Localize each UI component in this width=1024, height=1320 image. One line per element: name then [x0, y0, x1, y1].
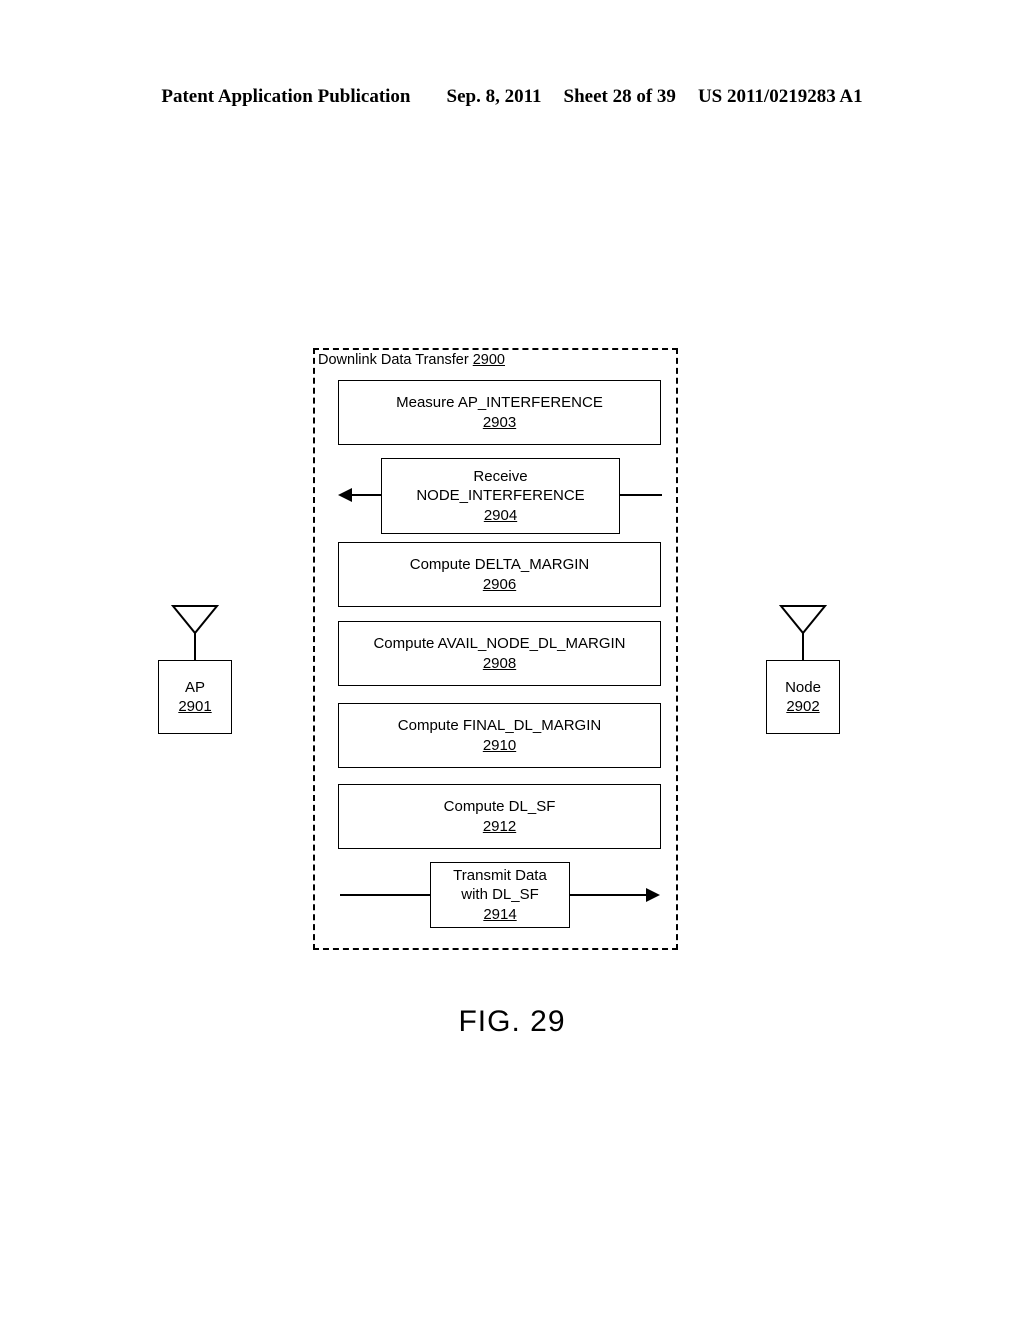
- connector-ap-to-2914: [340, 894, 431, 896]
- step-ref-number: 2912: [482, 817, 517, 835]
- arrow-left-icon: [338, 488, 352, 502]
- step-ref-number: 2908: [482, 654, 517, 672]
- step-label-line: NODE_INTERFERENCE: [416, 487, 585, 505]
- terminal-ap: AP 2901: [158, 660, 232, 734]
- terminal-label: AP: [184, 678, 205, 696]
- terminal-ref-number: 2901: [178, 698, 212, 715]
- step-ref-number: 2910: [482, 736, 517, 754]
- group-title-text: Downlink Data Transfer: [318, 352, 469, 368]
- step-receive-node-interference: Receive NODE_INTERFERENCE 2904: [381, 458, 620, 534]
- terminal-label: Node: [785, 678, 821, 696]
- connector-2904-to-ap: [352, 494, 382, 496]
- patent-figure: Downlink Data Transfer 2900 Measure AP_I…: [0, 0, 1024, 1320]
- downlink-data-transfer-label: Downlink Data Transfer 2900: [318, 352, 505, 369]
- step-label-line: Compute FINAL_DL_MARGIN: [397, 717, 602, 735]
- terminal-ref-number: 2902: [786, 698, 820, 715]
- antenna-icon: [170, 605, 220, 662]
- figure-caption: FIG. 29: [458, 1005, 566, 1038]
- step-label-line: Transmit Data: [453, 867, 547, 885]
- step-label-line: Compute DL_SF: [443, 798, 556, 816]
- step-label-line: Receive: [473, 468, 528, 486]
- step-compute-final-dl-margin: Compute FINAL_DL_MARGIN 2910: [338, 703, 661, 768]
- step-ref-number: 2906: [482, 575, 517, 593]
- step-compute-dl-sf: Compute DL_SF 2912: [338, 784, 661, 849]
- step-label-line: Measure AP_INTERFERENCE: [396, 394, 603, 412]
- step-label-line: Compute AVAIL_NODE_DL_MARGIN: [373, 635, 626, 653]
- terminal-node: Node 2902: [766, 660, 840, 734]
- step-label-line: with DL_SF: [461, 886, 539, 904]
- step-ref-number: 2914: [483, 905, 517, 923]
- connector-2904-to-node: [620, 494, 662, 496]
- step-compute-avail-node-dl-margin: Compute AVAIL_NODE_DL_MARGIN 2908: [338, 621, 661, 686]
- step-compute-delta-margin: Compute DELTA_MARGIN 2906: [338, 542, 661, 607]
- connector-2914-to-node: [570, 894, 647, 896]
- group-ref-number: 2900: [472, 352, 505, 368]
- step-label-line: Compute DELTA_MARGIN: [409, 556, 590, 574]
- arrow-right-icon: [646, 888, 660, 902]
- antenna-icon: [778, 605, 828, 662]
- step-measure-ap-interference: Measure AP_INTERFERENCE 2903: [338, 380, 661, 445]
- step-ref-number: 2903: [482, 413, 517, 431]
- step-ref-number: 2904: [483, 506, 518, 524]
- step-transmit-data-with-dl-sf: Transmit Data with DL_SF 2914: [430, 862, 570, 928]
